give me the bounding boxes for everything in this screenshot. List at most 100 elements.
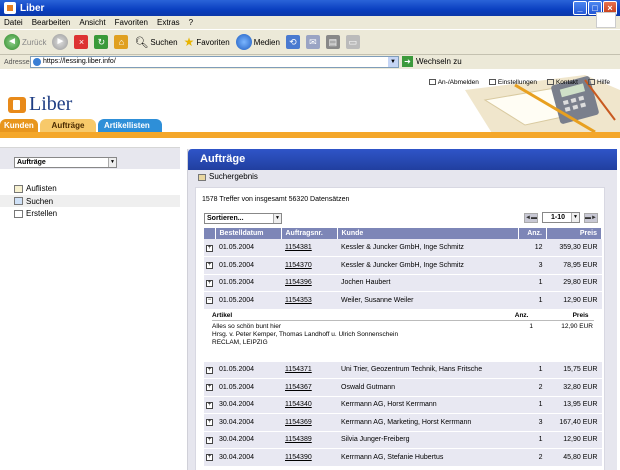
- expand-toggle[interactable]: +: [204, 413, 215, 432]
- address-input[interactable]: https://lessing.liber.info/ ▼: [30, 56, 399, 68]
- column-header-auftragsnr[interactable]: Auftragsnr.: [281, 228, 338, 239]
- tab-kunden[interactable]: Kunden: [0, 119, 38, 132]
- go-button[interactable]: ➜ Wechseln zu: [402, 56, 462, 67]
- sidebar-item-erstellen[interactable]: Erstellen: [14, 209, 57, 218]
- order-date: 01.05.2004: [215, 239, 281, 257]
- edit-icon[interactable]: ▭: [345, 35, 360, 49]
- previous-page-button[interactable]: ◄▬: [524, 212, 538, 223]
- order-number-link[interactable]: 1154396: [281, 274, 337, 292]
- column-header-preis[interactable]: Preis: [546, 228, 602, 239]
- order-number-link[interactable]: 1154353: [281, 291, 337, 310]
- tab-artikellisten[interactable]: Artikellisten: [98, 119, 162, 132]
- expand-toggle[interactable]: +: [204, 378, 215, 397]
- table-row[interactable]: +01.05.2004 1154367 Oswald Gutmann 2 32,80 E…: [204, 378, 602, 397]
- menu-ansicht[interactable]: Ansicht: [79, 18, 105, 27]
- order-number-link[interactable]: 1154369: [281, 413, 337, 432]
- expand-icon[interactable]: +: [206, 366, 213, 374]
- order-number-link[interactable]: 1154390: [281, 448, 337, 467]
- menu-datei[interactable]: Datei: [4, 18, 23, 27]
- back-label: Zurück: [22, 37, 47, 47]
- expand-icon[interactable]: +: [206, 419, 213, 427]
- table-row[interactable]: −01.05.2004 1154353 Weiler, Susanne Weiler…: [204, 291, 602, 310]
- expand-icon[interactable]: +: [206, 279, 213, 287]
- table-row[interactable]: +01.05.2004 1154370 Kessler & Juncker GmbH…: [204, 256, 602, 275]
- expand-toggle[interactable]: +: [204, 448, 215, 467]
- hit-count: 1578 Treffer von insgesamt 56320 Datensä…: [202, 196, 350, 203]
- table-row[interactable]: +30.04.2004 1154390 Kerrmann AG, Stefanie …: [204, 448, 602, 467]
- contact-link[interactable]: Kontakt: [546, 79, 578, 86]
- favorites-button[interactable]: ★ Favoriten: [184, 35, 230, 49]
- expand-toggle[interactable]: +: [204, 361, 215, 379]
- expand-icon[interactable]: +: [206, 384, 213, 392]
- help-link[interactable]: Hilfe: [587, 79, 610, 86]
- media-button[interactable]: Medien: [235, 34, 280, 50]
- menu-bearbeiten[interactable]: Bearbeiten: [32, 18, 71, 27]
- expand-icon[interactable]: +: [206, 244, 213, 252]
- order-number-link[interactable]: 1154371: [281, 361, 337, 379]
- expand-column-header: [204, 228, 216, 239]
- menu-extras[interactable]: Extras: [157, 18, 180, 27]
- expand-toggle[interactable]: +: [204, 256, 215, 275]
- stop-icon[interactable]: ×: [74, 35, 89, 49]
- home-icon[interactable]: ⌂: [114, 35, 129, 49]
- mail-icon[interactable]: ✉: [305, 35, 320, 49]
- order-price: 167,40 EUR: [546, 413, 602, 432]
- forward-button[interactable]: ►: [52, 34, 69, 50]
- table-row[interactable]: +01.05.2004 1154371 Uni Trier, Geozentrum …: [204, 361, 602, 379]
- back-button[interactable]: ◄ Zurück: [4, 34, 46, 50]
- sort-select[interactable]: Sortieren... ▼: [204, 213, 282, 224]
- minimize-button[interactable]: _: [573, 1, 587, 15]
- column-header-anz[interactable]: Anz.: [518, 228, 547, 239]
- table-row[interactable]: +30.04.2004 1154389 Silvia Junger-Freiberg…: [204, 431, 602, 449]
- table-row[interactable]: +01.05.2004 1154381 Kessler & Juncker GmbH…: [204, 239, 602, 257]
- login-link[interactable]: An-/Abmelden: [428, 79, 479, 86]
- customer-name: Uni Trier, Geozentrum Technik, Hans Frit…: [337, 361, 519, 379]
- search-icon: [14, 197, 23, 205]
- expand-icon[interactable]: +: [206, 436, 213, 444]
- expand-toggle[interactable]: +: [204, 396, 215, 414]
- order-date: 01.05.2004: [215, 361, 281, 379]
- detail-article-editors: Hrsg. v. Peter Kemper, Thomas Landhoff u…: [212, 331, 399, 338]
- sidebar-item-suchen[interactable]: Suchen: [0, 195, 180, 207]
- help-label: Hilfe: [596, 79, 610, 86]
- history-icon[interactable]: ⟲: [285, 35, 300, 49]
- table-row[interactable]: +30.04.2004 1154369 Kerrmann AG, Marketing…: [204, 413, 602, 432]
- browser-toolbar: ◄ Zurück ► × ↻ ⌂ 🔍︎ Suchen ★ Favoriten Medi…: [0, 29, 620, 55]
- order-date: 30.04.2004: [215, 396, 281, 414]
- liber-logo[interactable]: Liber: [8, 93, 72, 116]
- table-row[interactable]: +30.04.2004 1154340 Kerrmann AG, Horst Ker…: [204, 396, 602, 414]
- order-number-link[interactable]: 1154370: [281, 256, 337, 275]
- column-header-bestelldatum[interactable]: Bestelldatum: [215, 228, 282, 239]
- customer-name: Kessler & Juncker GmbH, Inge Schmitz: [337, 256, 519, 275]
- refresh-icon[interactable]: ↻: [94, 35, 109, 49]
- expand-toggle[interactable]: +: [204, 239, 215, 257]
- column-header-kunde[interactable]: Kunde: [337, 228, 519, 239]
- order-number-link[interactable]: 1154389: [281, 431, 337, 449]
- expand-icon[interactable]: +: [206, 401, 213, 409]
- search-button[interactable]: 🔍︎ Suchen: [134, 36, 177, 49]
- print-icon[interactable]: ▤: [325, 35, 340, 49]
- menu-favoriten[interactable]: Favoriten: [115, 18, 148, 27]
- tab-auftraege[interactable]: Aufträge: [40, 119, 96, 132]
- order-number-link[interactable]: 1154340: [281, 396, 337, 414]
- next-page-button[interactable]: ▬►: [584, 212, 598, 223]
- chevron-down-icon[interactable]: ▼: [388, 57, 398, 67]
- sidebar-item-auflisten[interactable]: Auflisten: [14, 184, 57, 193]
- pager: ◄▬ 1-10 ▼ ▬►: [524, 212, 598, 223]
- table-row[interactable]: +01.05.2004 1154396 Jochen Haubert 1 29,80 E…: [204, 274, 602, 292]
- section-select[interactable]: Aufträge ▼: [14, 157, 117, 168]
- detail-article-title: Alles so schön bunt hier: [212, 323, 282, 330]
- expand-toggle[interactable]: +: [204, 274, 215, 292]
- settings-link[interactable]: Einstellungen: [488, 79, 537, 86]
- expand-icon[interactable]: +: [206, 454, 213, 462]
- collapse-icon[interactable]: −: [206, 297, 213, 305]
- page-range-select[interactable]: 1-10 ▼: [542, 212, 580, 223]
- order-number-link[interactable]: 1154367: [281, 378, 337, 397]
- expand-icon[interactable]: +: [206, 262, 213, 270]
- expand-toggle[interactable]: −: [204, 291, 215, 310]
- expand-toggle[interactable]: +: [204, 431, 215, 449]
- order-number-link[interactable]: 1154381: [281, 239, 337, 257]
- menu-help[interactable]: ?: [189, 18, 193, 27]
- item-count: 3: [518, 413, 547, 432]
- search-label: Suchen: [150, 37, 178, 47]
